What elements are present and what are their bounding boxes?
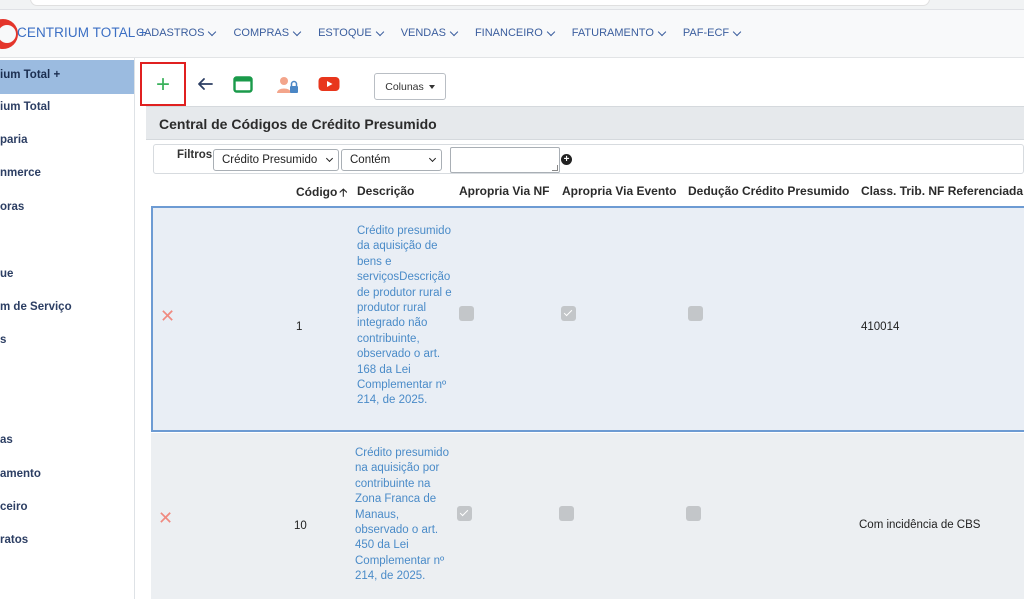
toolbar: + Colunas [140,62,1024,106]
header-label: Código [296,185,338,199]
sidebar-item-compras[interactable]: oras [0,196,134,218]
cell-class-trib: 410014 [861,321,900,333]
caret-down-icon [428,84,435,89]
sort-ascending-icon: 🡡 [339,187,348,199]
menu-label: COMPRAS [233,27,290,39]
filter-operator-value: Contém [350,154,391,166]
columns-label: Colunas [385,80,424,93]
add-filter-icon[interactable]: + [561,154,572,165]
menu-vendas[interactable]: VENDAS [400,27,459,39]
column-header-apropria-evento[interactable]: Apropria Via Evento [562,184,676,198]
checkbox-apropria-evento[interactable] [559,506,574,521]
main-menu: CADASTROS COMPRAS ESTOQUE VENDAS FINANCE… [136,27,758,39]
brand-logo-icon[interactable] [0,19,18,49]
checkbox-apropria-nf[interactable] [459,306,474,321]
menu-label: ESTOQUE [318,27,372,39]
checkbox-apropria-evento[interactable] [561,306,576,321]
column-header-descricao[interactable]: Descrição [357,184,414,198]
menu-label: CADASTROS [136,27,205,39]
sidebar-item-parceria[interactable]: paria [0,129,134,151]
cell-class-trib: Com incidência de CBS [859,519,981,531]
filters-label: Filtros [177,149,213,161]
cell-codigo: 1 [296,321,303,333]
columns-dropdown-button[interactable]: Colunas [374,73,446,100]
checkbox-apropria-nf[interactable] [457,506,472,521]
menu-label: FINANCEIRO [474,27,543,39]
plus-icon: + [155,71,170,98]
browser-top-strip [0,0,1024,10]
filter-field-value: Crédito Presumido [222,154,318,166]
sidebar-item-notas[interactable]: as [0,429,134,451]
chevron-down-icon [208,27,217,36]
chevron-down-icon [449,27,459,36]
cell-descricao[interactable]: Crédito presumido da aquisição de bens e… [357,224,453,409]
menu-estoque[interactable]: ESTOQUE [318,27,384,39]
menu-paf-ecf[interactable]: PAF-ECF [682,27,742,39]
sidebar-item-estoque[interactable]: ue [0,263,134,285]
menu-label: FATURAMENTO [571,27,654,39]
sidebar-item-ecommerce[interactable]: nmerce [0,162,134,184]
chevron-down-icon [428,154,437,163]
table-row[interactable]: ✕ 10 Crédito presumido na aquisição por … [151,433,1024,599]
sidebar-item-centrium-total[interactable]: ium Total [0,96,134,118]
filter-operator-select[interactable]: Contém [341,149,442,171]
sidebar-item-centrium-total-plus[interactable]: ium Total + [0,60,134,94]
cell-descricao[interactable]: Crédito presumido na aquisição por contr… [355,446,451,585]
arrow-left-icon[interactable] [196,76,214,95]
menu-label: VENDAS [400,27,446,39]
chevron-down-icon [325,154,334,163]
filter-value-input[interactable] [450,147,560,173]
sidebar-item-faturamento[interactable]: amento [0,463,134,485]
navbar: CENTRIUM TOTAL + CADASTROS COMPRAS ESTOQ… [0,10,1024,58]
cell-codigo: 10 [294,520,307,532]
chevron-down-icon [292,27,302,36]
checkbox-deducao[interactable] [686,506,701,521]
menu-label: PAF-ECF [682,27,730,39]
page-title: Central de Códigos de Crédito Presumido [159,116,437,132]
menu-compras[interactable]: COMPRAS [233,27,302,39]
column-header-class-trib[interactable]: Class. Trib. NF Referenciada [861,184,1023,198]
column-header-codigo[interactable]: Código 🡡 [296,184,347,203]
sidebar: ium Total + ium Total paria nmerce oras … [0,58,135,599]
filters-bar: Filtros Crédito Presumido Contém + [153,144,1024,174]
panel-header: Central de Códigos de Crédito Presumido [146,106,1024,140]
sidebar-item-financeiro[interactable]: ceiro [0,496,134,518]
sidebar-item-contratos[interactable]: ratos [0,529,134,551]
sidebar-item-vendas[interactable]: s [0,329,134,351]
chevron-down-icon [732,27,742,36]
table-row[interactable]: ✕ 1 Crédito presumido da aquisição de be… [151,206,1024,432]
filter-field-select[interactable]: Crédito Presumido [213,149,339,171]
menu-financeiro[interactable]: FINANCEIRO [474,27,556,39]
column-header-apropria-nf[interactable]: Apropria Via NF [459,184,549,198]
address-bar-edge [30,0,930,6]
add-button[interactable]: + [140,62,186,106]
column-header-deducao[interactable]: Dedução Crédito Presumido [688,184,849,198]
chevron-down-icon [657,27,667,36]
delete-icon[interactable]: ✕ [160,307,175,325]
brand-name[interactable]: CENTRIUM TOTAL + [17,25,147,40]
window-icon[interactable] [233,76,253,96]
sidebar-item-ordem-de-servico[interactable]: m de Serviço [0,296,134,318]
menu-faturamento[interactable]: FATURAMENTO [571,27,667,39]
checkbox-deducao[interactable] [688,306,703,321]
resize-grip-icon[interactable] [552,165,558,171]
user-lock-icon[interactable] [276,76,300,97]
chevron-down-icon [546,27,556,36]
youtube-icon[interactable] [318,76,340,95]
chevron-down-icon [375,27,384,36]
menu-cadastros[interactable]: CADASTROS [136,27,217,39]
delete-icon[interactable]: ✕ [158,509,173,527]
